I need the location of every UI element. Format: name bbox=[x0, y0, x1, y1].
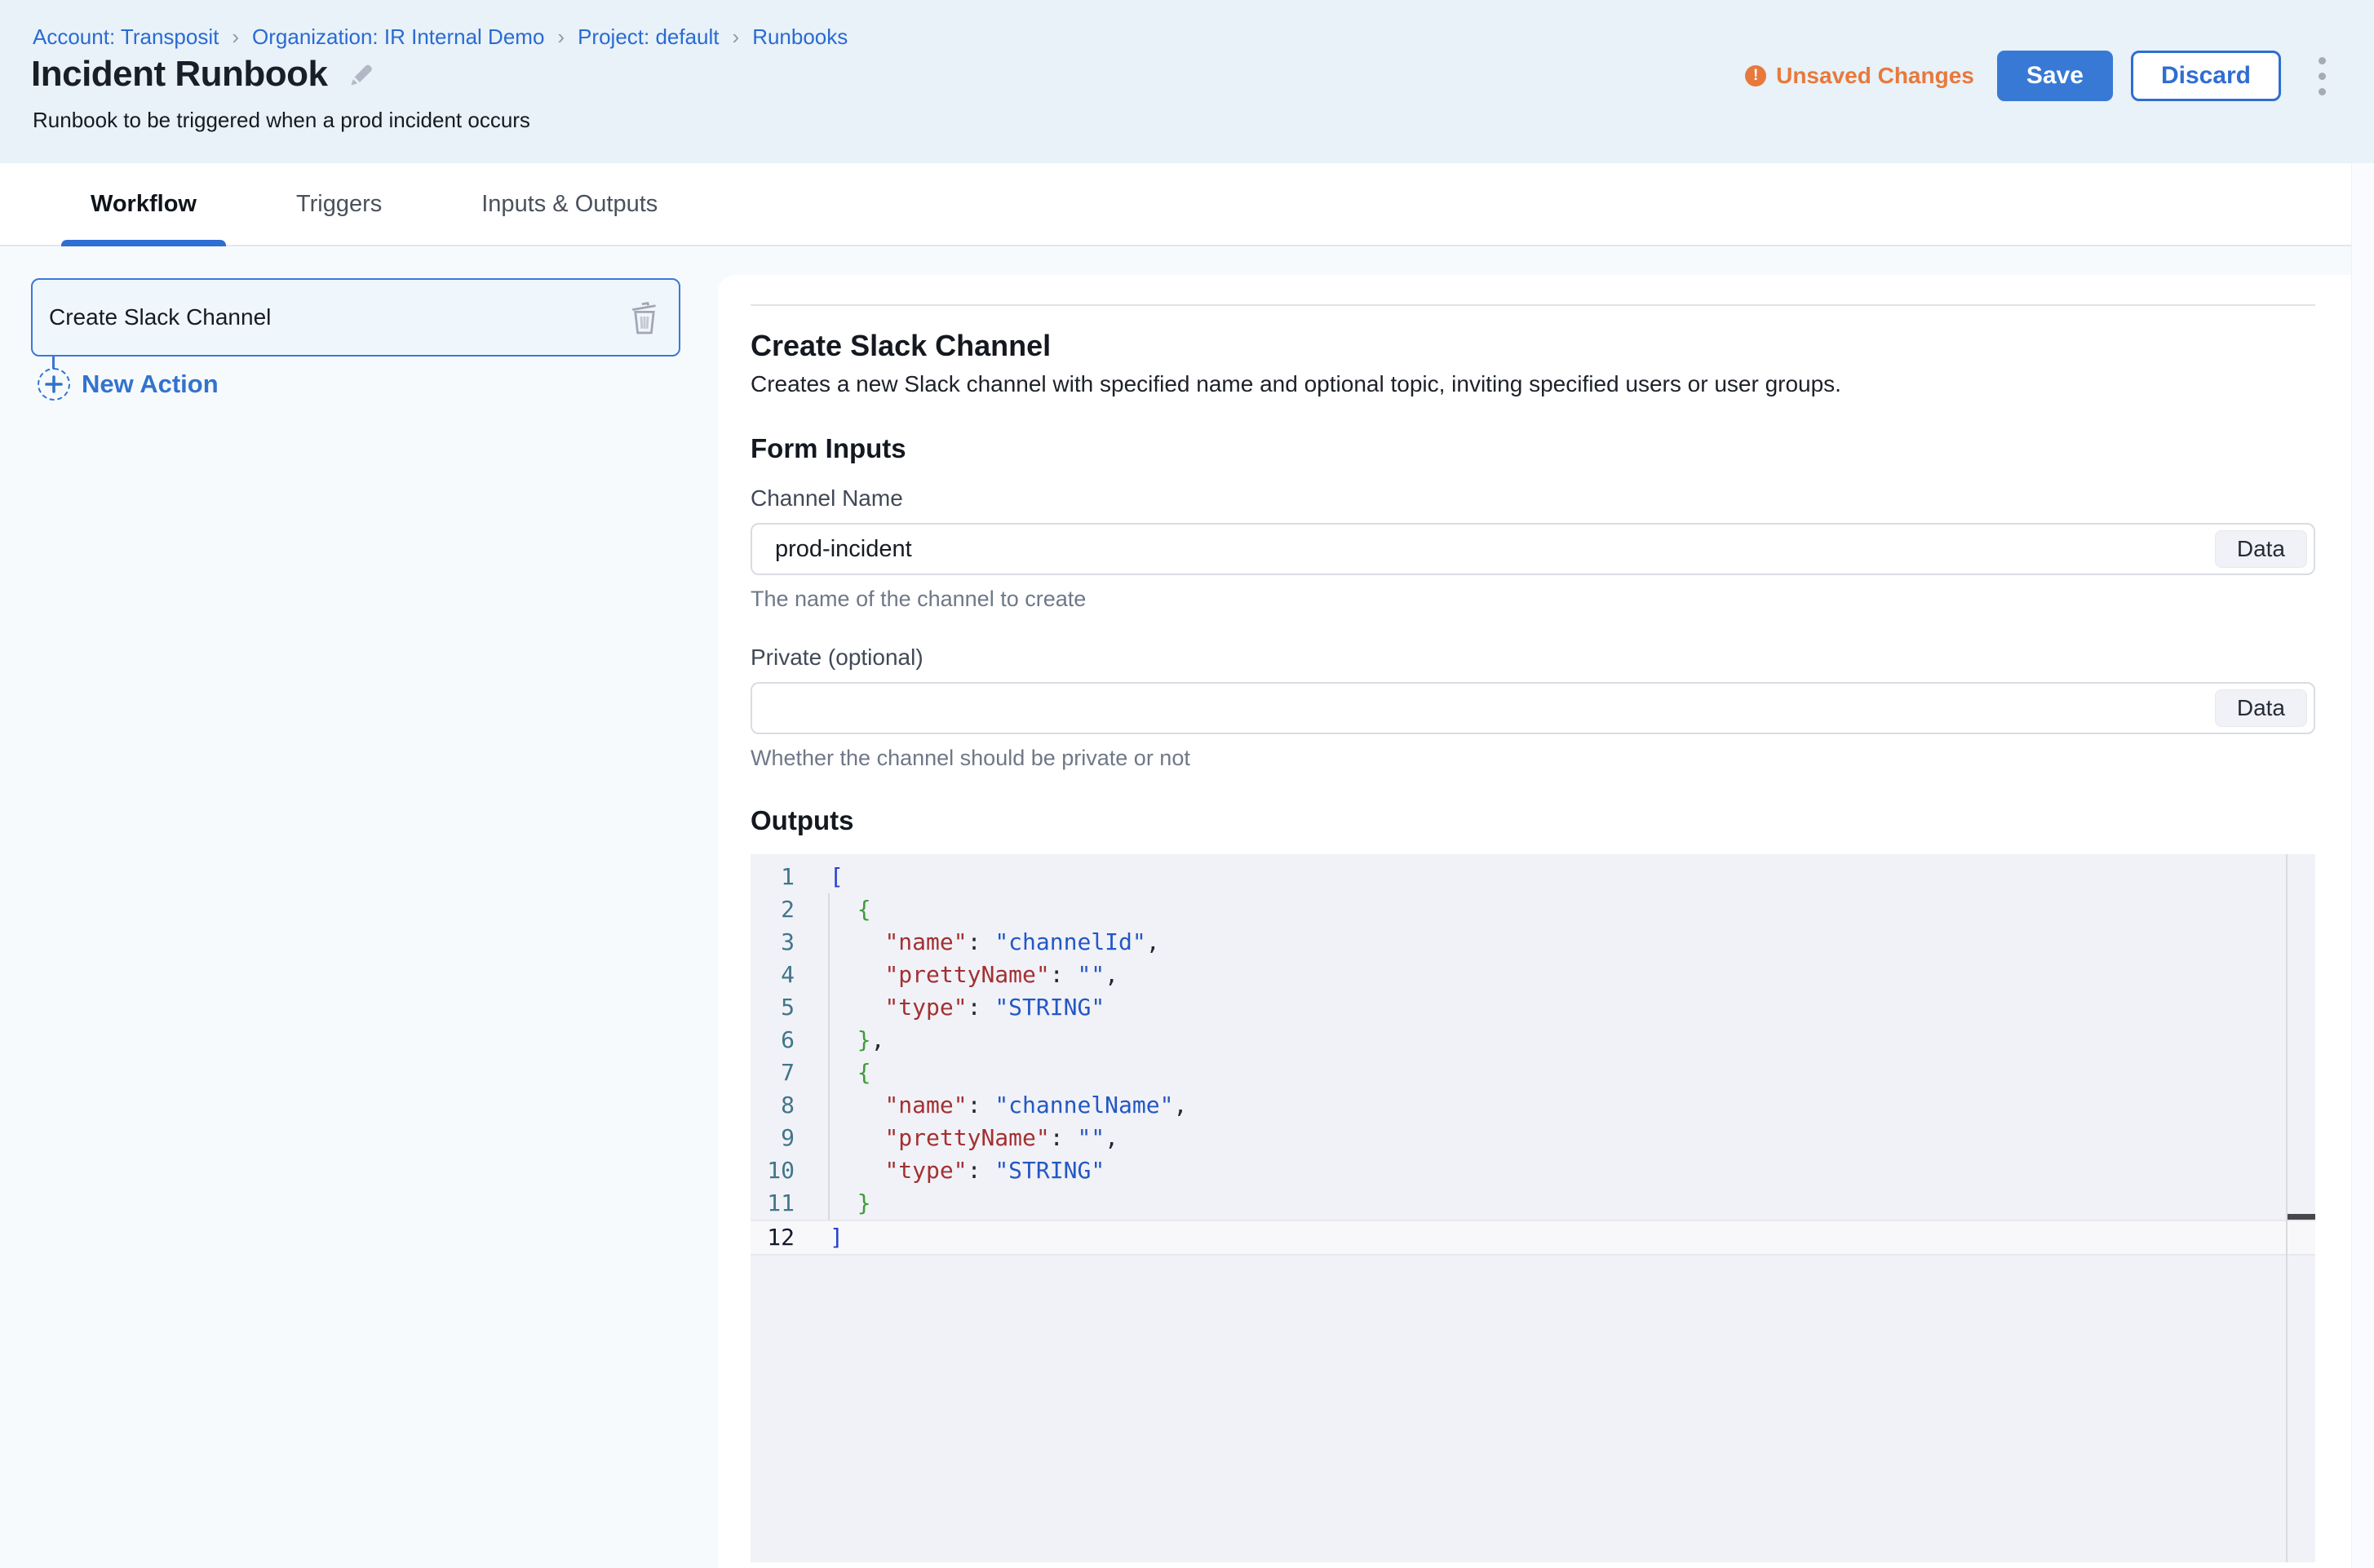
runbook-description: Runbook to be triggered when a prod inci… bbox=[33, 108, 530, 133]
code-line-1[interactable]: 1[ bbox=[751, 861, 2315, 893]
line-number: 3 bbox=[751, 926, 795, 959]
code-line-5[interactable]: 5 "type": "STRING" bbox=[751, 991, 2315, 1024]
alert-circle-icon: ! bbox=[1745, 65, 1766, 86]
line-number: 12 bbox=[751, 1221, 795, 1254]
unsaved-changes-badge: ! Unsaved Changes bbox=[1745, 63, 1974, 89]
delete-action-trash-icon[interactable] bbox=[628, 299, 661, 336]
code-line-9[interactable]: 9 "prettyName": "", bbox=[751, 1122, 2315, 1154]
line-number: 4 bbox=[751, 959, 795, 991]
line-number: 6 bbox=[751, 1024, 795, 1056]
unsaved-changes-label: Unsaved Changes bbox=[1776, 63, 1974, 89]
private-data-button[interactable]: Data bbox=[2215, 689, 2307, 727]
breadcrumb: Account: Transposit › Organization: IR I… bbox=[33, 24, 848, 50]
new-action-button[interactable]: New Action bbox=[38, 368, 219, 401]
editor-scrollbar-thumb[interactable] bbox=[2288, 1214, 2315, 1220]
kebab-menu-icon[interactable] bbox=[2305, 51, 2338, 101]
code-content: "prettyName": "", bbox=[830, 959, 1118, 991]
channel-name-label: Channel Name bbox=[751, 485, 2315, 512]
tab-workflow[interactable]: Workflow bbox=[61, 163, 226, 245]
code-line-7[interactable]: 7 { bbox=[751, 1056, 2315, 1089]
code-line-2[interactable]: 2 { bbox=[751, 893, 2315, 926]
action-detail-description: Creates a new Slack channel with specifi… bbox=[751, 371, 2315, 397]
code-content: ] bbox=[830, 1221, 844, 1254]
private-helper: Whether the channel should be private or… bbox=[751, 746, 2315, 771]
new-action-label: New Action bbox=[82, 370, 219, 399]
tab-inputs-outputs-label: Inputs & Outputs bbox=[481, 191, 658, 218]
code-line-11[interactable]: 11 } bbox=[751, 1187, 2315, 1220]
outputs-heading: Outputs bbox=[751, 805, 2315, 836]
code-line-10[interactable]: 10 "type": "STRING" bbox=[751, 1154, 2315, 1187]
private-input[interactable] bbox=[775, 695, 2314, 722]
line-number: 2 bbox=[751, 893, 795, 926]
workflow-connector-line bbox=[52, 357, 55, 369]
tab-triggers-label: Triggers bbox=[296, 191, 382, 218]
code-content: "prettyName": "", bbox=[830, 1122, 1118, 1154]
runbook-editor-page: Account: Transposit › Organization: IR I… bbox=[0, 0, 2374, 1568]
breadcrumb-project[interactable]: Project: default bbox=[578, 24, 719, 50]
workflow-action-card[interactable]: Create Slack Channel bbox=[31, 278, 680, 357]
code-content: } bbox=[830, 1187, 871, 1220]
line-number: 5 bbox=[751, 991, 795, 1024]
breadcrumb-separator: › bbox=[557, 24, 565, 50]
private-label: Private (optional) bbox=[751, 644, 2315, 671]
code-content: { bbox=[830, 1056, 871, 1089]
code-content: "type": "STRING" bbox=[830, 1154, 1105, 1187]
breadcrumb-account[interactable]: Account: Transposit bbox=[33, 24, 219, 50]
code-content: "type": "STRING" bbox=[830, 991, 1105, 1024]
page-title: Incident Runbook bbox=[31, 54, 328, 95]
code-content: { bbox=[830, 893, 871, 926]
breadcrumb-separator: › bbox=[232, 24, 239, 50]
editor-scrollbar-gutter-line bbox=[2286, 854, 2288, 1562]
action-detail-panel: Create Slack Channel Creates a new Slack… bbox=[718, 275, 2374, 1568]
tab-inputs-outputs[interactable]: Inputs & Outputs bbox=[452, 163, 687, 245]
action-card-label: Create Slack Channel bbox=[49, 304, 271, 330]
channel-name-input[interactable] bbox=[775, 536, 2314, 563]
line-number: 10 bbox=[751, 1154, 795, 1187]
discard-button[interactable]: Discard bbox=[2131, 51, 2281, 101]
plus-circle-icon bbox=[38, 368, 70, 401]
code-content: "name": "channelName", bbox=[830, 1089, 1187, 1122]
breadcrumb-runbooks[interactable]: Runbooks bbox=[752, 24, 848, 50]
channel-name-input-wrap: Data bbox=[751, 523, 2315, 575]
channel-name-data-button[interactable]: Data bbox=[2215, 530, 2307, 568]
line-number: 11 bbox=[751, 1187, 795, 1220]
page-scrollbar-gutter bbox=[2351, 163, 2374, 1568]
breadcrumb-organization[interactable]: Organization: IR Internal Demo bbox=[252, 24, 544, 50]
tab-bar: Workflow Triggers Inputs & Outputs bbox=[0, 163, 2374, 246]
code-content: }, bbox=[830, 1024, 884, 1056]
code-line-8[interactable]: 8 "name": "channelName", bbox=[751, 1089, 2315, 1122]
code-line-4[interactable]: 4 "prettyName": "", bbox=[751, 959, 2315, 991]
edit-title-pencil-icon[interactable] bbox=[348, 60, 377, 89]
tab-workflow-label: Workflow bbox=[91, 191, 197, 218]
breadcrumb-separator: › bbox=[733, 24, 740, 50]
tab-triggers[interactable]: Triggers bbox=[267, 163, 411, 245]
form-inputs-heading: Form Inputs bbox=[751, 433, 2315, 464]
top-divider bbox=[751, 304, 2315, 306]
code-line-12[interactable]: 12] bbox=[751, 1220, 2315, 1256]
code-line-3[interactable]: 3 "name": "channelId", bbox=[751, 926, 2315, 959]
line-number: 7 bbox=[751, 1056, 795, 1089]
save-button[interactable]: Save bbox=[1997, 51, 2113, 101]
line-number: 9 bbox=[751, 1122, 795, 1154]
line-number: 8 bbox=[751, 1089, 795, 1122]
line-number: 1 bbox=[751, 861, 795, 893]
code-content: [ bbox=[830, 861, 844, 893]
code-line-6[interactable]: 6 }, bbox=[751, 1024, 2315, 1056]
page-header: Account: Transposit › Organization: IR I… bbox=[0, 0, 2374, 163]
channel-name-helper: The name of the channel to create bbox=[751, 587, 2315, 612]
outputs-code-editor[interactable]: 1[2 {3 "name": "channelId",4 "prettyName… bbox=[751, 854, 2315, 1562]
code-content: "name": "channelId", bbox=[830, 926, 1160, 959]
active-tab-indicator bbox=[61, 240, 226, 246]
action-detail-title: Create Slack Channel bbox=[751, 329, 2315, 363]
private-input-wrap: Data bbox=[751, 682, 2315, 734]
